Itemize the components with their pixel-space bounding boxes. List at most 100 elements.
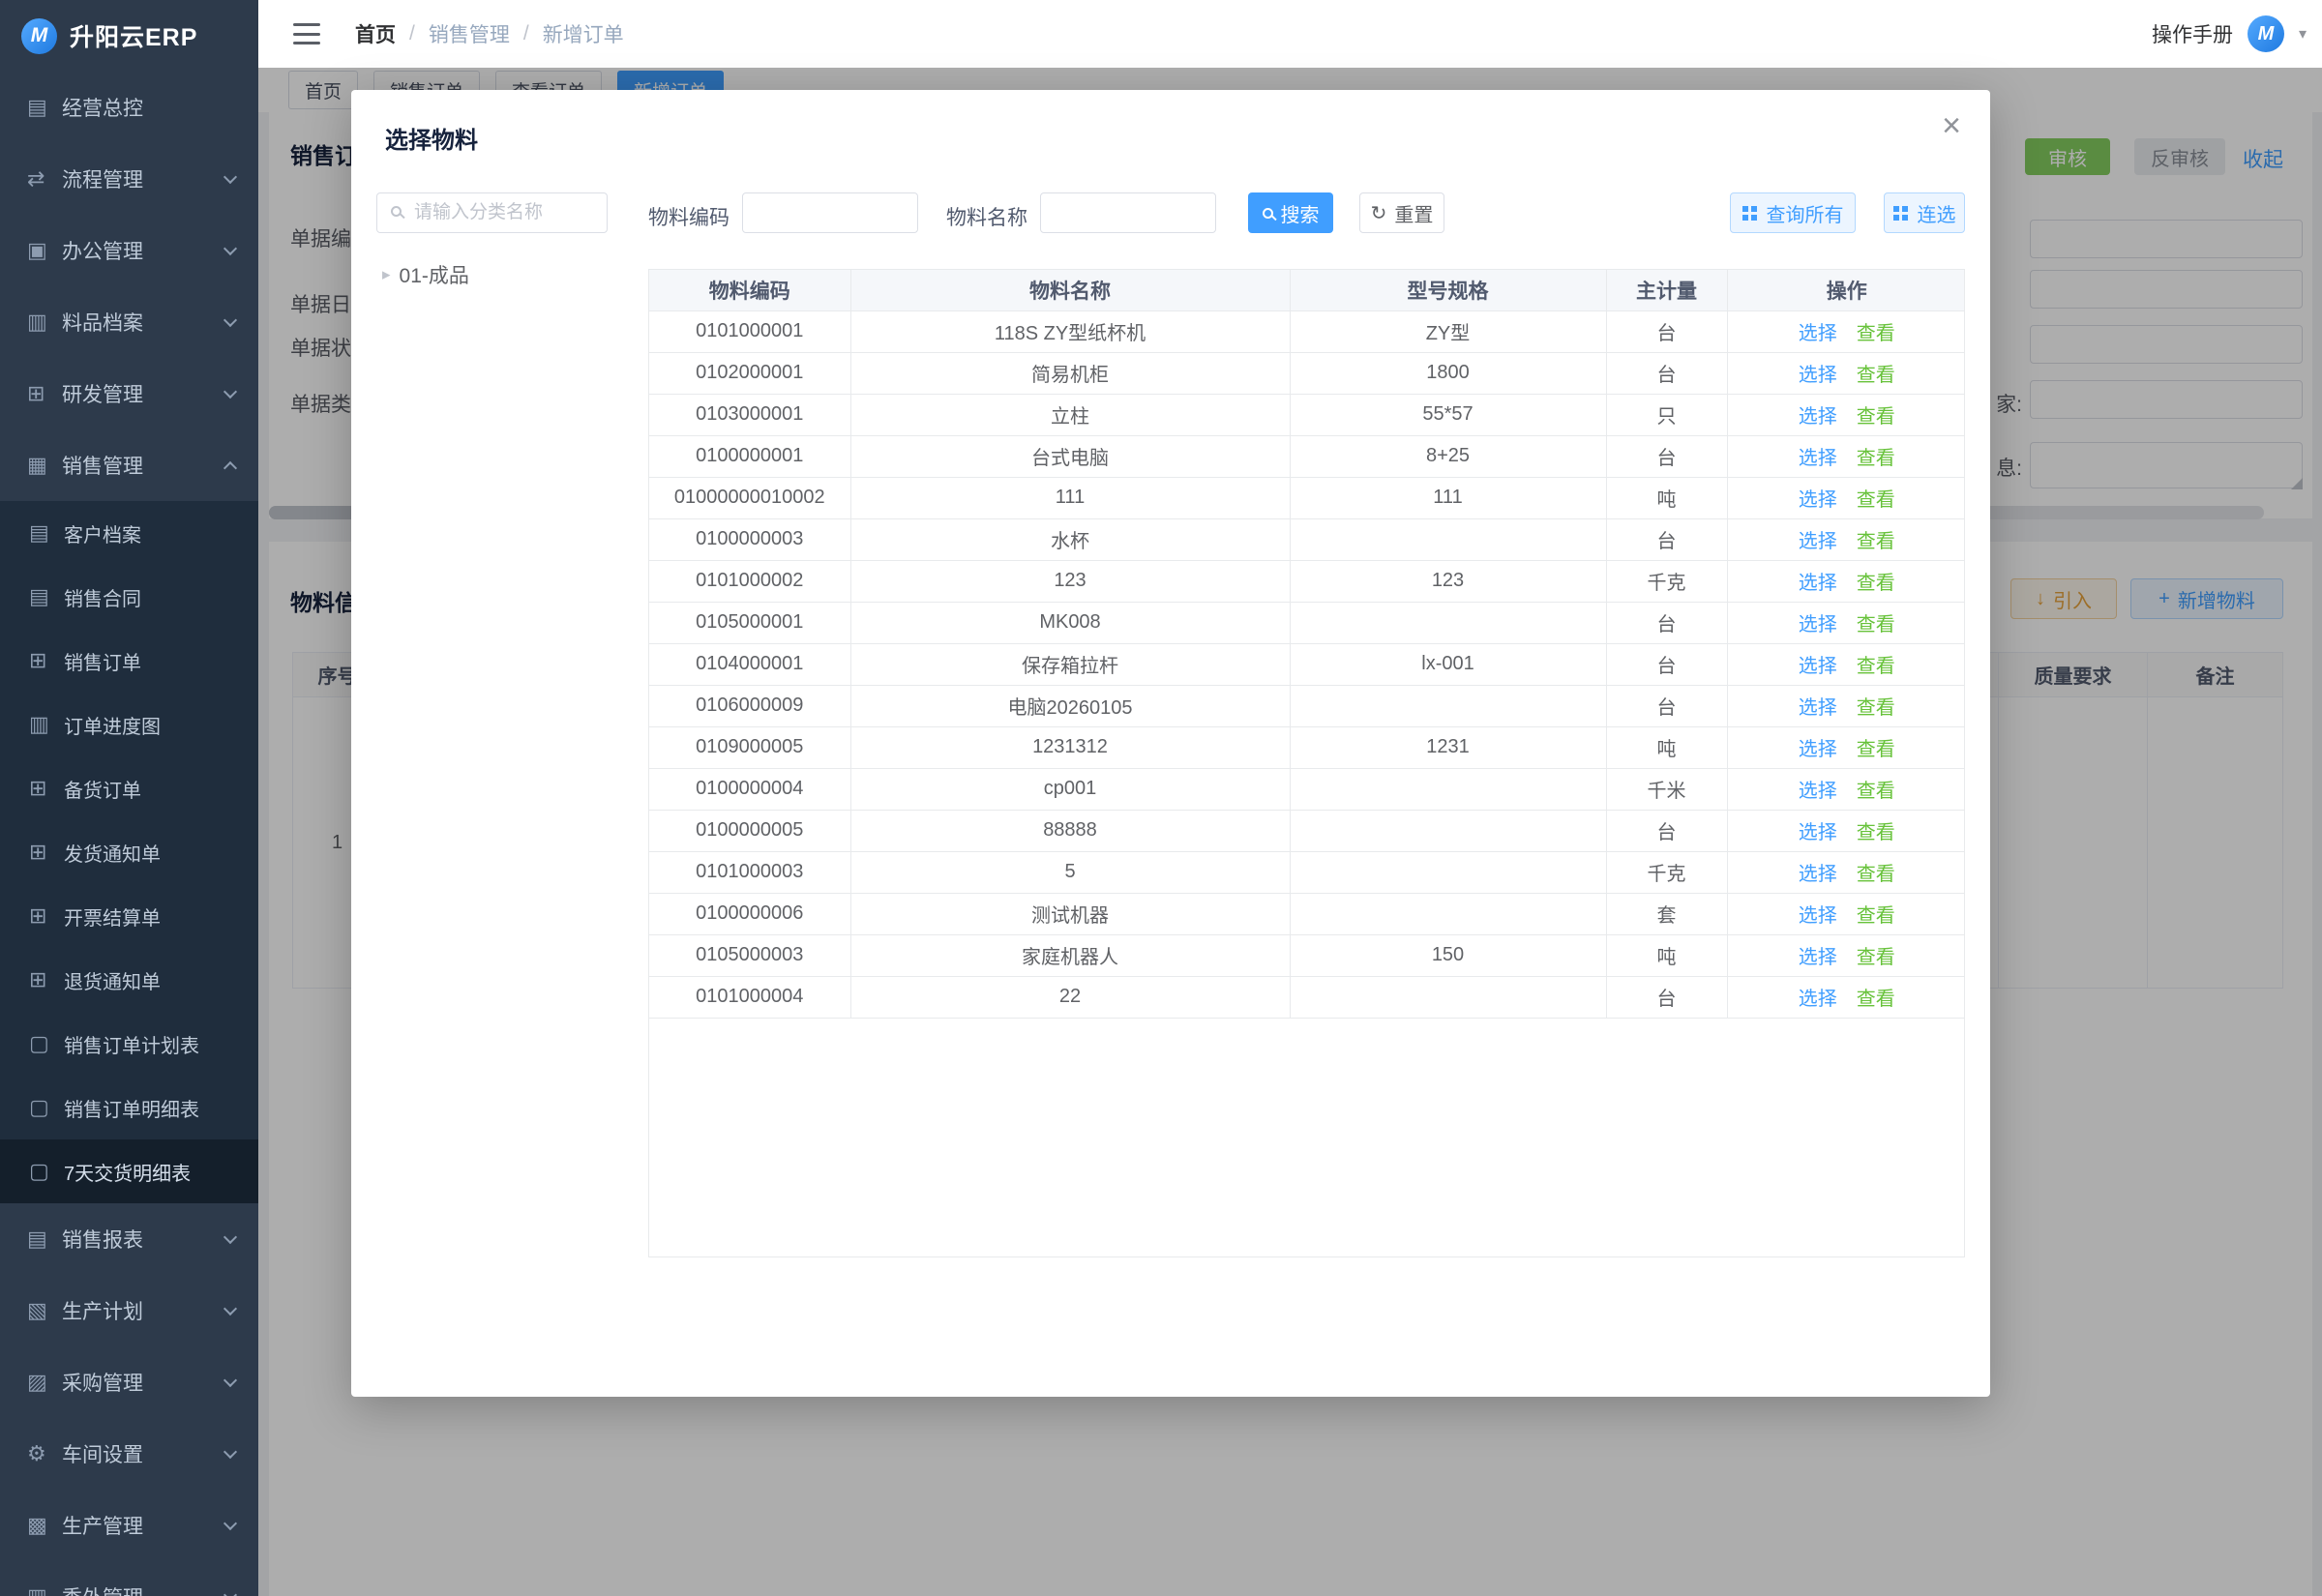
select-link[interactable]: 选择	[1799, 781, 1837, 802]
view-link[interactable]: 查看	[1857, 323, 1895, 344]
view-link[interactable]: 查看	[1857, 489, 1895, 511]
view-link[interactable]: 查看	[1857, 905, 1895, 927]
cell-material-name: 家庭机器人	[850, 934, 1290, 976]
sidebar-subitem-label: 销售订单明细表	[64, 1094, 235, 1122]
chevron-down-icon	[223, 1587, 237, 1596]
select-link[interactable]: 选择	[1799, 448, 1837, 469]
view-link[interactable]: 查看	[1857, 864, 1895, 885]
search-button[interactable]: 搜索	[1248, 192, 1333, 233]
breadcrumb-home[interactable]: 首页	[355, 19, 396, 48]
sidebar-item-purchase[interactable]: ▨ 采购管理	[0, 1346, 258, 1418]
select-link[interactable]: 选择	[1799, 614, 1837, 635]
select-link[interactable]: 选择	[1799, 905, 1837, 927]
sidebar-subitem-sales-order-detail[interactable]: ▢ 销售订单明细表	[0, 1076, 258, 1139]
select-link[interactable]: 选择	[1799, 864, 1837, 885]
sidebar-item-dashboard[interactable]: ▤ 经营总控	[0, 72, 258, 143]
select-link[interactable]: 选择	[1799, 323, 1837, 344]
cell-spec: 8+25	[1290, 435, 1606, 477]
select-link[interactable]: 选择	[1799, 365, 1837, 386]
sidebar-item-outsourcing[interactable]: ▥ 委外管理	[0, 1561, 258, 1596]
sidebar-subitem-return-notice[interactable]: ⊞ 退货通知单	[0, 948, 258, 1012]
multi-select-button[interactable]: 连选	[1884, 192, 1965, 233]
sidebar-item-process[interactable]: ⇄ 流程管理	[0, 143, 258, 215]
sidebar-toggle-icon[interactable]	[293, 23, 320, 44]
select-link[interactable]: 选择	[1799, 406, 1837, 428]
cell-actions: 选择查看	[1727, 893, 1965, 934]
view-link[interactable]: 查看	[1857, 365, 1895, 386]
sidebar-subitem-order-progress[interactable]: ▥ 订单进度图	[0, 693, 258, 756]
sidebar-subitem-delivery-notice[interactable]: ⊞ 发货通知单	[0, 820, 258, 884]
select-link[interactable]: 选择	[1799, 697, 1837, 719]
category-search-input[interactable]	[414, 202, 588, 223]
sidebar-item-sales[interactable]: ▦ 销售管理	[0, 429, 258, 501]
tree-node-finished-goods[interactable]: ▸ 01-成品	[382, 260, 469, 289]
select-link[interactable]: 选择	[1799, 489, 1837, 511]
breadcrumb-sales[interactable]: 销售管理	[429, 19, 510, 48]
material-name-input[interactable]	[1040, 192, 1216, 233]
cell-spec	[1290, 768, 1606, 810]
sidebar-item-workshop-settings[interactable]: ⚙ 车间设置	[0, 1418, 258, 1490]
sidebar-item-office[interactable]: ▣ 办公管理	[0, 215, 258, 286]
sales-icon: ▦	[27, 453, 62, 478]
tree-expand-icon[interactable]: ▸	[382, 265, 391, 284]
sidebar-item-rnd[interactable]: ⊞ 研发管理	[0, 358, 258, 429]
avatar-caret-icon[interactable]: ▾	[2299, 24, 2307, 44]
view-link[interactable]: 查看	[1857, 739, 1895, 760]
query-all-button[interactable]: 查询所有	[1730, 192, 1856, 233]
material-row: 0101000001 118S ZY型纸杯机 ZY型 台 选择查看	[649, 310, 1965, 352]
column-header-3: 主计量	[1606, 270, 1727, 310]
select-link[interactable]: 选择	[1799, 822, 1837, 843]
view-link[interactable]: 查看	[1857, 573, 1895, 594]
chevron-down-icon	[223, 1516, 237, 1529]
cell-unit: 台	[1606, 310, 1727, 352]
stock-order-icon: ⊞	[29, 776, 64, 801]
view-link[interactable]: 查看	[1857, 989, 1895, 1010]
select-link[interactable]: 选择	[1799, 947, 1837, 968]
sidebar-subitem-invoice-settlement[interactable]: ⊞ 开票结算单	[0, 884, 258, 948]
view-link[interactable]: 查看	[1857, 656, 1895, 677]
column-header-4: 操作	[1727, 270, 1965, 310]
select-link[interactable]: 选择	[1799, 739, 1837, 760]
view-link[interactable]: 查看	[1857, 822, 1895, 843]
view-link[interactable]: 查看	[1857, 947, 1895, 968]
view-link[interactable]: 查看	[1857, 781, 1895, 802]
sidebar-subitem-label: 销售订单	[64, 647, 235, 675]
cell-unit: 台	[1606, 643, 1727, 685]
sidebar-subitem-sales-contract[interactable]: ▤ 销售合同	[0, 565, 258, 629]
sidebar-subitem-sales-order-plan[interactable]: ▢ 销售订单计划表	[0, 1012, 258, 1076]
select-link[interactable]: 选择	[1799, 656, 1837, 677]
sidebar-item-production-mgmt[interactable]: ▩ 生产管理	[0, 1490, 258, 1561]
close-icon[interactable]: ×	[1942, 109, 1961, 142]
select-link[interactable]: 选择	[1799, 531, 1837, 552]
sidebar-subitem-customer-files[interactable]: ▤ 客户档案	[0, 501, 258, 565]
chevron-down-icon	[223, 384, 237, 398]
search-button-label: 搜索	[1281, 199, 1320, 227]
material-table-header-row: 物料编码物料名称型号规格主计量操作	[649, 270, 1965, 310]
view-link[interactable]: 查看	[1857, 448, 1895, 469]
select-material-dialog: 选择物料 × ▸ 01-成品 物料编码 物料名称 搜索 ↻ 重置 查询所有 连选	[351, 90, 1990, 1397]
sidebar-item-label: 车间设置	[62, 1439, 225, 1468]
reset-button[interactable]: ↻ 重置	[1359, 192, 1444, 233]
sidebar-item-production-plan[interactable]: ▧ 生产计划	[0, 1275, 258, 1346]
view-link[interactable]: 查看	[1857, 531, 1895, 552]
help-manual-link[interactable]: 操作手册	[2152, 19, 2233, 48]
cell-material-name: MK008	[850, 602, 1290, 643]
view-link[interactable]: 查看	[1857, 406, 1895, 428]
select-link[interactable]: 选择	[1799, 573, 1837, 594]
view-link[interactable]: 查看	[1857, 697, 1895, 719]
sidebar-item-materials[interactable]: ▥ 料品档案	[0, 286, 258, 358]
return-notice-icon: ⊞	[29, 967, 64, 992]
sidebar-subitem-stock-order[interactable]: ⊞ 备货订单	[0, 756, 258, 820]
material-name-label: 物料名称	[946, 202, 1027, 231]
cell-material-name: 123	[850, 560, 1290, 602]
cell-material-code: 0105000001	[649, 602, 850, 643]
select-link[interactable]: 选择	[1799, 989, 1837, 1010]
view-link[interactable]: 查看	[1857, 614, 1895, 635]
material-row: 01000000010002 111 111 吨 选择查看	[649, 477, 1965, 518]
cell-material-name: 台式电脑	[850, 435, 1290, 477]
material-code-input[interactable]	[742, 192, 918, 233]
sidebar-subitem-delivery-7day[interactable]: ▢ 7天交货明细表	[0, 1139, 258, 1203]
sidebar-item-sales-report[interactable]: ▤ 销售报表	[0, 1203, 258, 1275]
user-avatar[interactable]: M	[2248, 15, 2284, 52]
sidebar-subitem-sales-order[interactable]: ⊞ 销售订单	[0, 629, 258, 693]
